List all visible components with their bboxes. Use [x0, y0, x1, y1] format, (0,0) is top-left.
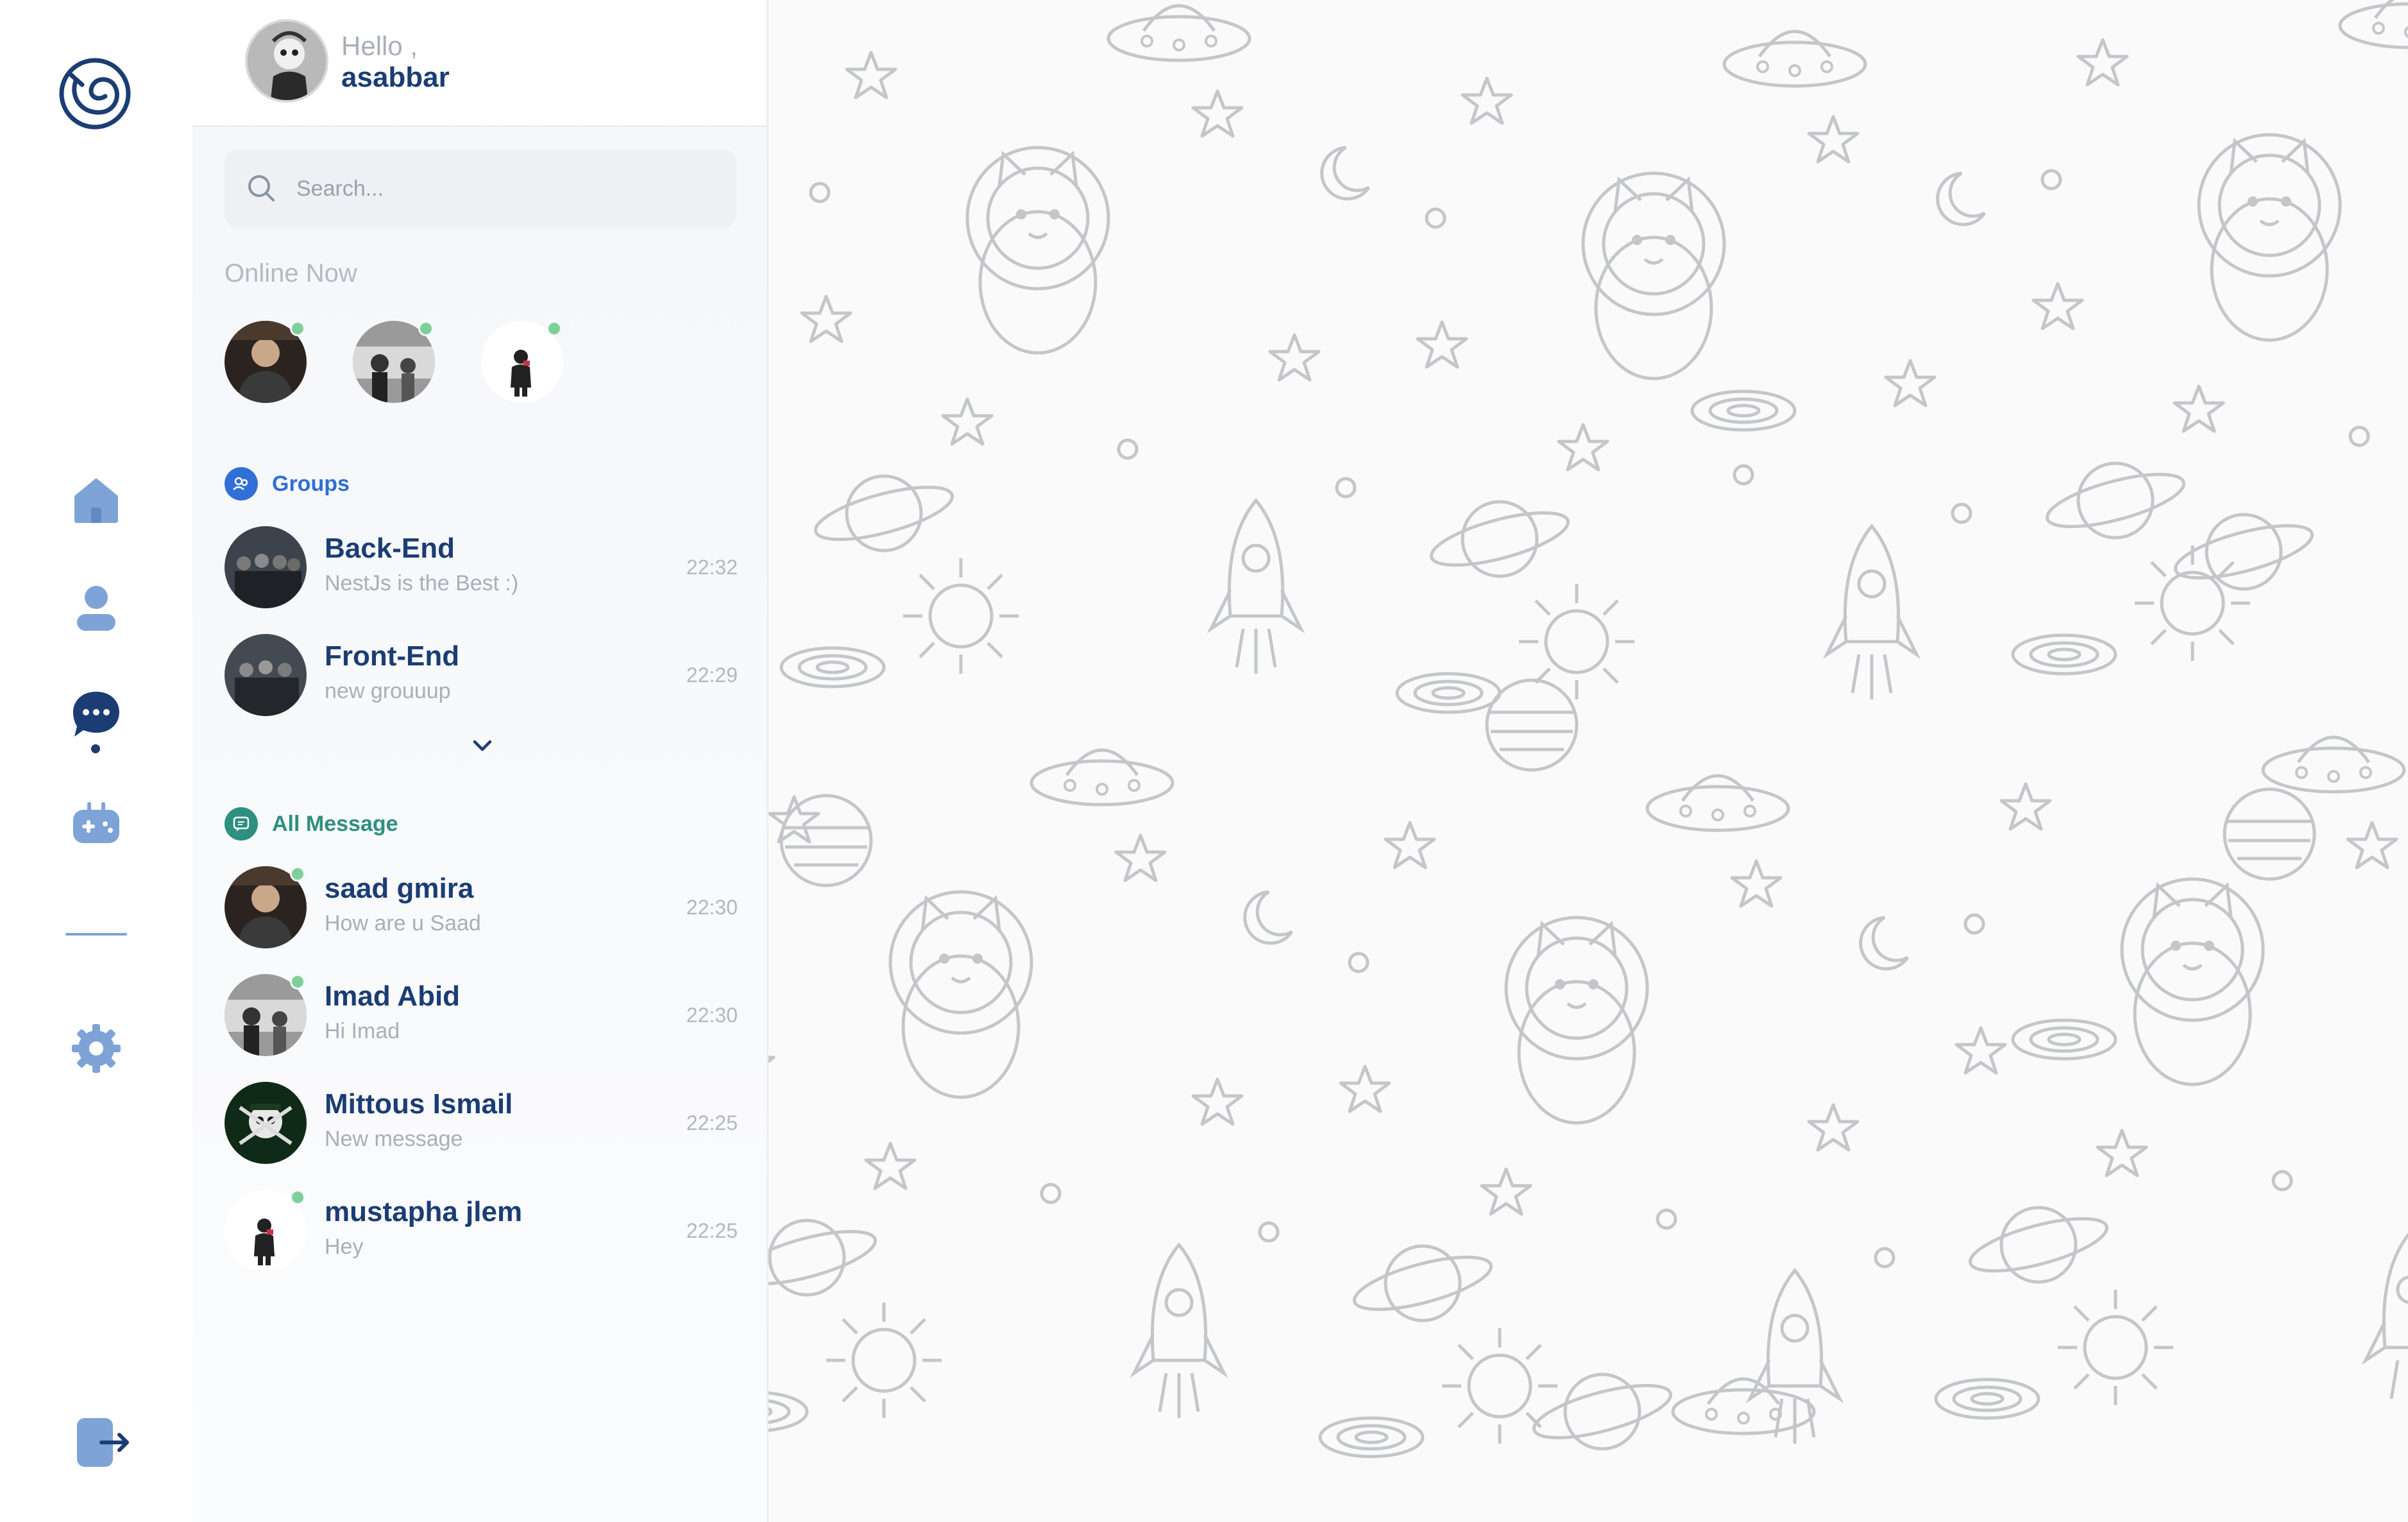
- nav-settings[interactable]: [69, 1022, 123, 1075]
- contact-avatar: [225, 866, 307, 948]
- contact-name: Mittous Ismail: [325, 1088, 513, 1120]
- nav-logout[interactable]: [73, 1413, 132, 1472]
- online-user-avatar[interactable]: [481, 321, 563, 403]
- contact-avatar: [225, 1190, 307, 1272]
- nav-divider: [65, 933, 127, 936]
- contact-name: saad gmira: [325, 873, 474, 904]
- group-name: Back-End: [325, 533, 455, 564]
- chevron-down-icon[interactable]: [468, 731, 496, 760]
- message-time: 22:25: [686, 1111, 738, 1134]
- nav-profile[interactable]: [69, 581, 123, 635]
- group-row[interactable]: Front-End new grouuup 22:29: [225, 631, 738, 721]
- group-name: Front-End: [325, 640, 460, 672]
- user-avatar[interactable]: [245, 19, 328, 103]
- online-status-dot: [290, 974, 305, 989]
- chat-icon: [73, 692, 119, 737]
- message-time: 22:30: [686, 896, 738, 919]
- conversation-row[interactable]: Imad Abid Hi Imad 22:30: [225, 971, 738, 1061]
- home-icon: [74, 478, 118, 523]
- nav-game[interactable]: [69, 796, 123, 850]
- user-header: Hello , asabbar: [192, 0, 767, 127]
- group-preview: new grouuup: [325, 679, 451, 703]
- group-time: 22:32: [686, 556, 738, 579]
- online-user-avatar[interactable]: [225, 321, 307, 403]
- messages-section-title: All Message: [225, 806, 398, 842]
- search-icon: [248, 175, 275, 201]
- online-user-avatar[interactable]: [353, 321, 435, 403]
- groups-section-title: Groups: [225, 466, 350, 502]
- online-status-dot: [290, 1190, 305, 1205]
- settings-icon: [72, 1024, 121, 1073]
- message-preview: How are u Saad: [325, 911, 481, 936]
- message-time: 22:30: [686, 1004, 738, 1027]
- group-preview: NestJs is the Best :): [325, 571, 519, 595]
- conversation-row[interactable]: Mittous Ismail New message 22:25: [225, 1079, 738, 1169]
- messages-label: All Message: [272, 811, 398, 836]
- online-status-dot: [418, 321, 434, 336]
- group-avatar: [225, 634, 307, 716]
- game-icon: [73, 802, 119, 843]
- contact-name: Imad Abid: [325, 980, 461, 1012]
- group-time: 22:29: [686, 663, 738, 687]
- conversation-sidebar: Hello , asabbar Online Now: [192, 0, 768, 1522]
- space-doodle-wallpaper: [768, 0, 2408, 1522]
- search-box[interactable]: [225, 149, 736, 228]
- nav-chat[interactable]: [69, 688, 123, 742]
- contact-avatar: [225, 974, 307, 1056]
- online-now-title: Online Now: [225, 259, 357, 287]
- group-avatar: [225, 526, 307, 608]
- online-status-dot: [547, 321, 562, 336]
- nav-home[interactable]: [69, 472, 123, 526]
- app-logo-icon[interactable]: [56, 55, 133, 132]
- online-status-dot: [290, 866, 305, 882]
- chat-background: [768, 0, 2408, 1522]
- conversation-row[interactable]: mustapha jlem Hey 22:25: [225, 1187, 738, 1277]
- contact-name: mustapha jlem: [325, 1196, 523, 1227]
- message-preview: Hey: [325, 1235, 364, 1259]
- groups-icon: [225, 467, 258, 500]
- message-time: 22:25: [686, 1219, 738, 1242]
- greeting-text: Hello ,: [341, 31, 418, 61]
- username-text: asabbar: [341, 62, 450, 93]
- message-preview: New message: [325, 1127, 463, 1151]
- message-preview: Hi Imad: [325, 1019, 400, 1043]
- search-input[interactable]: [296, 168, 707, 209]
- conversation-row[interactable]: saad gmira How are u Saad 22:30: [225, 864, 738, 953]
- message-icon: [225, 807, 258, 841]
- profile-icon: [77, 586, 115, 631]
- group-row[interactable]: Back-End NestJs is the Best :) 22:32: [225, 524, 738, 613]
- main-nav: [0, 0, 192, 1522]
- active-indicator: [91, 744, 100, 753]
- groups-label: Groups: [272, 471, 350, 496]
- logout-icon: [77, 1418, 129, 1467]
- contact-avatar: [225, 1082, 307, 1164]
- online-status-dot: [290, 321, 305, 336]
